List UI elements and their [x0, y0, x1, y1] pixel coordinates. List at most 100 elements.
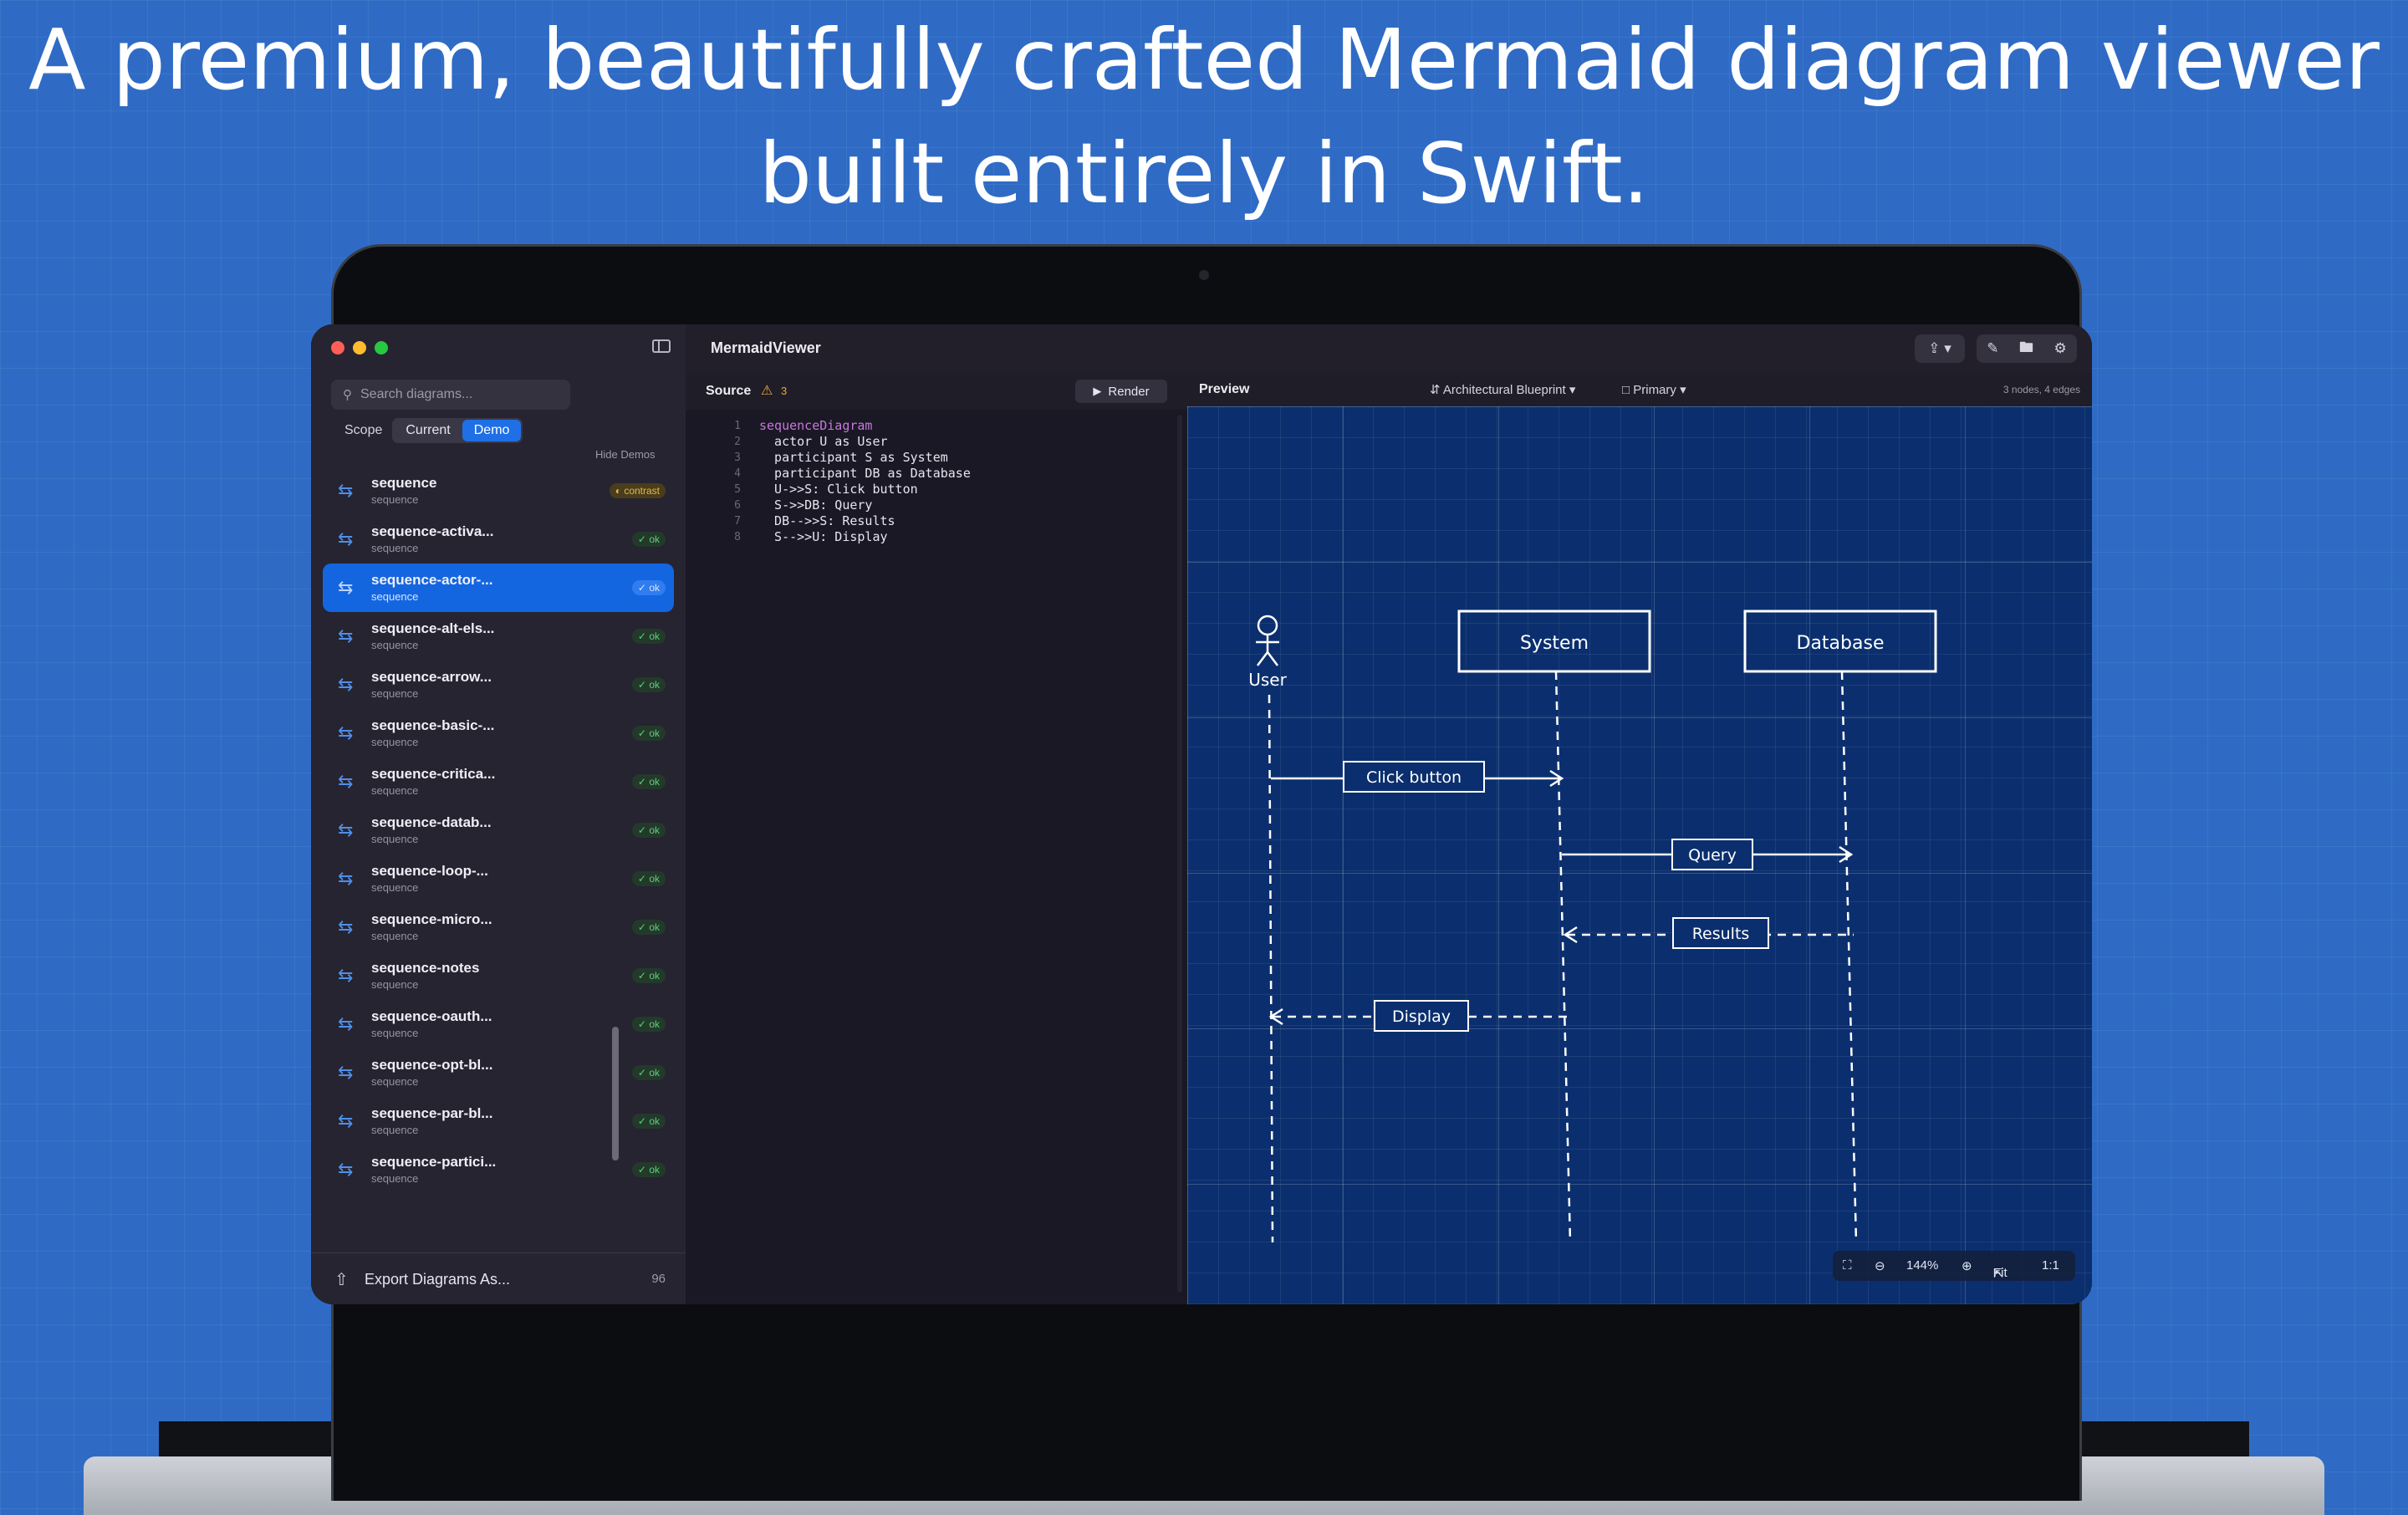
- list-item[interactable]: ⇆ sequence-arrow... sequence ✓ ok: [323, 661, 674, 709]
- list-item[interactable]: ⇆ sequence-partici... sequence ✓ ok: [323, 1145, 674, 1194]
- fit-label: Fit: [1993, 1266, 2008, 1280]
- sequence-arrows-icon: ⇆: [338, 916, 354, 937]
- status-badge-text: ok: [649, 1018, 660, 1030]
- list-item-title: sequence-datab...: [371, 814, 492, 830]
- fullscreen-icon[interactable]: ⛶: [1843, 1258, 1852, 1273]
- editor-scrollbar[interactable]: [1177, 415, 1182, 1293]
- warning-icon[interactable]: ⚠: [761, 382, 773, 399]
- list-item[interactable]: ⇆ sequence-alt-els... sequence ✓ ok: [323, 612, 674, 661]
- list-item[interactable]: ⇆ sequence-oauth... sequence ✓ ok: [323, 1000, 674, 1048]
- zoom-level: 144%: [1906, 1258, 1939, 1273]
- render-button[interactable]: ▶ Render: [1075, 380, 1167, 403]
- open-folder-icon[interactable]: 🖿: [2019, 337, 2033, 361]
- code-line: S->>DB: Query: [759, 497, 873, 513]
- actor-leg-left: [1257, 651, 1268, 666]
- headline: A premium, beautifully crafted Mermaid d…: [0, 0, 2408, 234]
- minimize-window-button[interactable]: [353, 341, 366, 355]
- source-editor[interactable]: 1 2 3 4 5 6 7 8 sequenceDiagram actor U as User…: [686, 410, 1189, 1304]
- list-item-subtitle: sequence: [371, 978, 419, 991]
- message-label-3[interactable]: Results: [1672, 917, 1769, 949]
- lifeline-database: [1840, 671, 1858, 1243]
- theme-picker[interactable]: ⇵ Architectural Blueprint ▾: [1430, 382, 1575, 397]
- chevron-down-icon: ▾: [1676, 383, 1686, 397]
- gear-icon[interactable]: ⚙: [2054, 340, 2067, 357]
- list-item[interactable]: ⇆ sequence-datab... sequence ✓ ok: [323, 806, 674, 854]
- list-item[interactable]: ⇆ sequence-critica... sequence ✓ ok: [323, 758, 674, 806]
- sequence-arrows-icon: ⇆: [338, 577, 354, 598]
- status-badge: ✓ ok: [631, 774, 666, 789]
- sequence-arrows-icon: ⇆: [338, 722, 354, 743]
- title-bar: MermaidViewer ⇪ ▾ ✎ 🖿 ⚙: [686, 324, 2092, 374]
- list-item[interactable]: ⇆ sequence-basic-... sequence ✓ ok: [323, 709, 674, 758]
- message-text-1: Click button: [1366, 768, 1462, 787]
- check-circle-icon: ✓: [637, 1115, 650, 1127]
- export-diagrams-button[interactable]: ⇧ Export Diagrams As... 96: [311, 1252, 686, 1304]
- list-item-subtitle: sequence: [371, 1075, 419, 1088]
- check-circle-icon: ✓: [637, 1018, 650, 1030]
- diagram-list: ⇆ sequence sequence ◐ contrast ⇆ sequence-act…: [311, 467, 686, 1194]
- render-label: Render: [1108, 384, 1150, 399]
- status-badge-text: ok: [649, 824, 660, 836]
- check-circle-icon: ✓: [637, 630, 650, 642]
- line-number: 7: [734, 515, 741, 528]
- export-count: 96: [651, 1272, 666, 1286]
- zoom-window-button[interactable]: [375, 341, 388, 355]
- sequence-arrows-icon: ⇆: [338, 674, 354, 695]
- zoom-controls: ⛶ ⊖ 144% ⊕ ⇱ Fit 1:1: [1833, 1251, 2075, 1281]
- check-circle-icon: ✓: [637, 921, 650, 933]
- status-badge-text: ok: [649, 776, 660, 788]
- line-number-gutter: 1 2 3 4 5 6 7 8: [686, 418, 741, 545]
- actor-user[interactable]: [1256, 615, 1279, 666]
- sequence-arrows-icon: ⇆: [338, 771, 354, 792]
- diagram-canvas[interactable]: User System Database Click button Query …: [1187, 406, 2092, 1304]
- code-text[interactable]: sequenceDiagram actor U as User particip…: [759, 418, 971, 545]
- lifeline-user: [1268, 694, 1274, 1243]
- close-window-button[interactable]: [331, 341, 344, 355]
- toolbar-group: ✎ 🖿 ⚙: [1977, 334, 2077, 363]
- list-item[interactable]: ⇆ sequence-opt-bl... sequence ✓ ok: [323, 1048, 674, 1097]
- sequence-diagram: User System Database Click button Query …: [1248, 610, 1937, 1243]
- list-item[interactable]: ⇆ sequence sequence ◐ contrast: [323, 467, 674, 515]
- list-item[interactable]: ⇆ sequence-par-bl... sequence ✓ ok: [323, 1097, 674, 1145]
- message-text-4: Display: [1392, 1007, 1451, 1026]
- list-item-subtitle: sequence: [371, 833, 419, 845]
- hide-demos-link[interactable]: Hide Demos: [595, 448, 656, 461]
- actual-size-button[interactable]: 1:1: [2042, 1258, 2059, 1273]
- list-item[interactable]: ⇆ sequence-notes sequence ✓ ok: [323, 951, 674, 1000]
- list-item[interactable]: ⇆ sequence-micro... sequence ✓ ok: [323, 903, 674, 951]
- message-label-1[interactable]: Click button: [1343, 761, 1485, 793]
- code-line: S-->>U: Display: [759, 529, 888, 544]
- list-item[interactable]: ⇆ sequence-actor-... sequence ✓ ok: [323, 564, 674, 612]
- scope-option-demo[interactable]: Demo: [462, 420, 522, 441]
- zoom-in-icon[interactable]: ⊕: [1962, 1258, 1972, 1273]
- status-badge-text: ok: [649, 1067, 660, 1079]
- check-circle-icon: ✓: [637, 679, 650, 691]
- line-number: 8: [734, 531, 741, 543]
- sidebar-scrollbar[interactable]: [612, 1027, 619, 1160]
- list-item-title: sequence-basic-...: [371, 717, 495, 733]
- sequence-arrows-icon: ⇆: [338, 1159, 354, 1180]
- status-badge: ✓ ok: [631, 677, 666, 692]
- add-document-icon[interactable]: ✎: [1987, 340, 1998, 357]
- message-label-4[interactable]: Display: [1374, 1000, 1469, 1032]
- sidebar: ⚲ Search diagrams... Scope Current Demo …: [311, 324, 686, 1304]
- lifeline-system: [1554, 671, 1572, 1243]
- share-button[interactable]: ⇪ ▾: [1915, 334, 1965, 363]
- status-badge: ◐ contrast: [609, 483, 666, 498]
- zoom-out-icon[interactable]: ⊖: [1875, 1258, 1885, 1273]
- list-item-title: sequence-notes: [371, 960, 480, 976]
- status-badge: ✓ ok: [631, 871, 666, 886]
- play-icon: ▶: [1093, 385, 1102, 397]
- search-input[interactable]: ⚲ Search diagrams...: [331, 380, 570, 410]
- list-item[interactable]: ⇆ sequence-activa... sequence ✓ ok: [323, 515, 674, 564]
- list-item[interactable]: ⇆ sequence-loop-... sequence ✓ ok: [323, 854, 674, 903]
- sequence-arrows-icon: ⇆: [338, 1013, 354, 1034]
- status-badge: ✓ ok: [631, 726, 666, 741]
- status-badge: ✓ ok: [631, 1017, 666, 1032]
- scope-option-current[interactable]: Current: [394, 420, 462, 441]
- message-label-2[interactable]: Query: [1671, 839, 1753, 870]
- sidebar-toggle-icon[interactable]: [652, 339, 671, 353]
- scope-row: Scope Current Demo: [344, 418, 523, 443]
- code-line: U->>S: Click button: [759, 482, 918, 497]
- variant-picker[interactable]: □ Primary ▾: [1622, 382, 1686, 397]
